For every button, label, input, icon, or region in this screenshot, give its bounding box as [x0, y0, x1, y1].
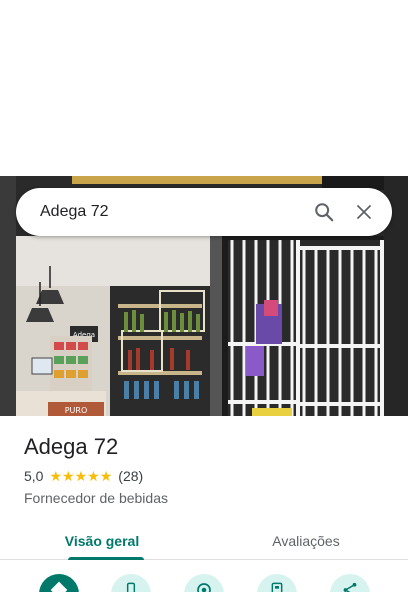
tab-bar: Visão geral Avaliações [0, 522, 408, 560]
share-button[interactable] [330, 574, 370, 592]
directions-button[interactable] [39, 574, 79, 592]
share-icon [343, 582, 357, 592]
place-category[interactable]: Fornecedor de bebidas [24, 490, 168, 506]
website-icon [197, 583, 211, 592]
search-input[interactable]: Adega 72 [40, 203, 304, 221]
star-icon: ★ [99, 468, 113, 484]
review-count[interactable]: (28) [118, 468, 143, 484]
place-title: Adega 72 [24, 434, 119, 459]
rating-stars: ★ ★ ★ ★ ★ [49, 469, 112, 483]
search-icon[interactable] [304, 192, 344, 232]
save-icon [271, 582, 283, 592]
directions-icon [50, 581, 68, 592]
tab-reviews-label: Avaliações [272, 532, 340, 549]
tab-overview[interactable]: Visão geral [0, 522, 204, 559]
website-button[interactable] [184, 574, 224, 592]
tab-reviews[interactable]: Avaliações [204, 522, 408, 559]
rating-value: 5,0 [24, 468, 44, 484]
rating-row[interactable]: 5,0 ★ ★ ★ ★ ★ (28) [24, 468, 143, 484]
counter-text: PURO [65, 406, 88, 415]
star-icon: ★ [74, 468, 88, 484]
call-button[interactable] [111, 574, 151, 592]
close-icon[interactable] [344, 192, 384, 232]
star-icon: ★ [62, 468, 75, 484]
save-button[interactable] [257, 574, 297, 592]
phone-icon [126, 582, 136, 592]
active-tab-indicator [68, 557, 144, 560]
search-bar[interactable]: Adega 72 [16, 188, 392, 236]
map-blank-area [0, 0, 408, 176]
star-icon: ★ [87, 468, 100, 484]
place-info-panel: Adega 72 5,0 ★ ★ ★ ★ ★ (28) Fornecedor d… [0, 416, 408, 592]
tab-overview-label: Visão geral [64, 532, 140, 549]
star-icon: ★ [49, 468, 63, 484]
action-buttons-row [0, 574, 408, 592]
